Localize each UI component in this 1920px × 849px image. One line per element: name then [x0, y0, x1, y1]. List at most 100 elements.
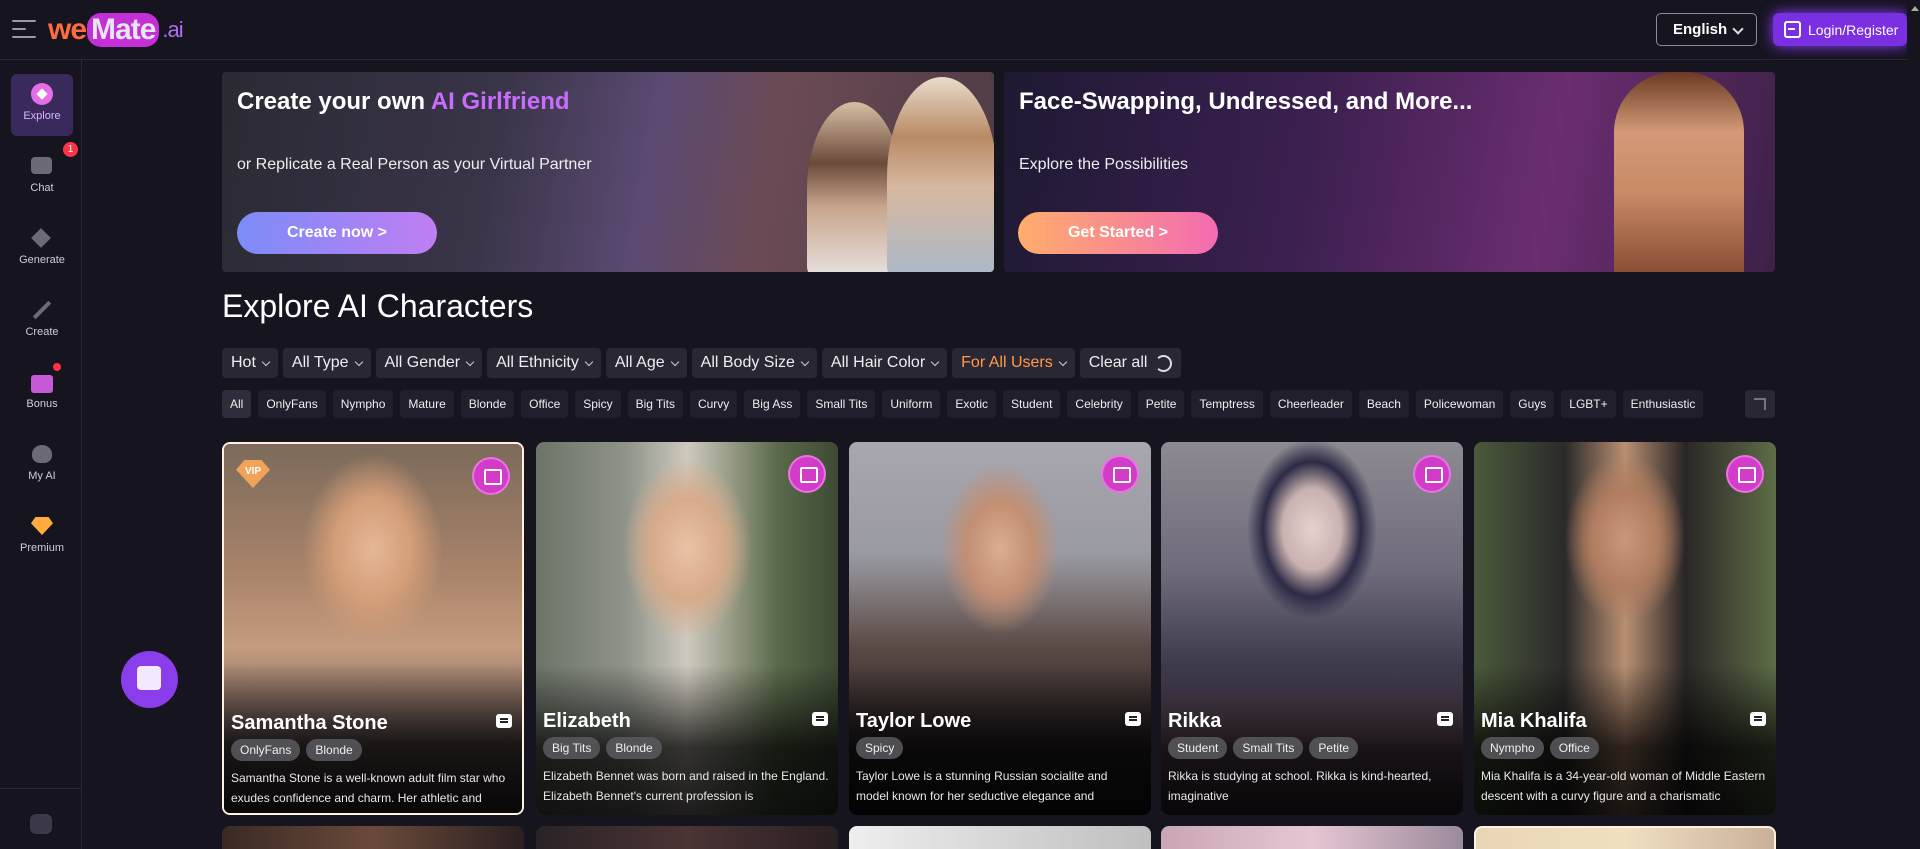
character-description: Rikka is studying at school. Rikka is ki…	[1168, 769, 1432, 803]
filter-label: Hot	[231, 354, 256, 371]
character-card[interactable]: Mia Khalifa Nympho Office Mia Khalifa is…	[1474, 442, 1776, 815]
sidebar-item-generate[interactable]: Generate	[11, 218, 73, 280]
login-register-button[interactable]: Login/Register	[1773, 13, 1907, 46]
create-girlfriend-banner[interactable]: Create your own AI Girlfriend or Replica…	[222, 72, 994, 272]
face-swap-banner[interactable]: Face-Swapping, Undressed, and More... Ex…	[1004, 72, 1775, 272]
tag-uniform[interactable]: Uniform	[882, 390, 941, 418]
tag-mature[interactable]: Mature	[400, 390, 454, 418]
sidebar-item-explore[interactable]: Explore	[11, 74, 73, 136]
filter-age[interactable]: All Age	[605, 348, 687, 378]
chat-icon[interactable]	[496, 714, 512, 728]
scrollbar[interactable]	[1907, 0, 1920, 849]
sidebar-item-create[interactable]: Create	[11, 290, 73, 352]
tag-spicy[interactable]: Spicy	[575, 390, 621, 418]
diamond-icon	[30, 515, 54, 537]
clear-all-button[interactable]: Clear all	[1079, 348, 1182, 378]
gift-box-icon[interactable]	[121, 651, 178, 708]
sidebar-divider	[0, 788, 82, 789]
bonus-notification-dot	[53, 363, 61, 371]
banner-subtitle: Explore the Possibilities	[1019, 156, 1188, 173]
chevron-down-icon	[930, 357, 940, 366]
character-card-partial[interactable]	[849, 826, 1151, 849]
chevron-down-icon	[465, 357, 475, 366]
filter-sort[interactable]: Hot	[222, 348, 278, 378]
sidebar-item-bonus[interactable]: Bonus	[11, 362, 73, 424]
chat-icon[interactable]	[1437, 712, 1453, 726]
gallery-icon[interactable]	[1728, 457, 1762, 491]
sidebar-label: My AI	[28, 470, 56, 482]
tag-enthusiastic[interactable]: Enthusiastic	[1622, 390, 1704, 418]
sidebar: Explore Chat Generate Create Bonus My AI…	[0, 60, 82, 849]
menu-icon[interactable]	[12, 17, 38, 41]
expand-tags-icon[interactable]	[1745, 390, 1775, 418]
sidebar-label: Bonus	[26, 398, 58, 410]
gallery-icon[interactable]	[474, 459, 508, 493]
sidebar-label: Generate	[19, 254, 65, 266]
sidebar-item-chat[interactable]: Chat	[11, 146, 73, 208]
chat-icon[interactable]	[1125, 712, 1141, 726]
character-tag: Blonde	[306, 739, 362, 761]
character-tags: Big Tits Blonde	[543, 737, 662, 759]
tag-office[interactable]: Office	[521, 390, 569, 418]
character-card-partial[interactable]	[536, 826, 838, 849]
character-name: Elizabeth	[543, 710, 631, 732]
filter-body-size[interactable]: All Body Size	[691, 348, 817, 378]
filter-type[interactable]: All Type	[282, 348, 371, 378]
gallery-icon[interactable]	[1415, 457, 1449, 491]
tag-big-tits[interactable]: Big Tits	[627, 390, 683, 418]
character-tags: OnlyFans Blonde	[231, 739, 362, 761]
tag-onlyfans[interactable]: OnlyFans	[258, 390, 326, 418]
tag-blonde[interactable]: Blonde	[460, 390, 515, 418]
character-card[interactable]: Elizabeth Big Tits Blonde Elizabeth Benn…	[536, 442, 838, 815]
character-card[interactable]: Rikka Student Small Tits Petite Rikka is…	[1161, 442, 1463, 815]
character-card-partial[interactable]	[222, 826, 524, 849]
banner-title: Create your own AI Girlfriend	[237, 88, 570, 116]
filter-gender[interactable]: All Gender	[375, 348, 483, 378]
tag-celebrity[interactable]: Celebrity	[1067, 390, 1131, 418]
discord-icon[interactable]	[30, 814, 52, 834]
gallery-icon[interactable]	[1103, 457, 1137, 491]
tag-petite[interactable]: Petite	[1137, 390, 1185, 418]
tag-big-ass[interactable]: Big Ass	[744, 390, 801, 418]
sidebar-item-my-ai[interactable]: My AI	[11, 434, 73, 496]
character-name: Taylor Lowe	[856, 710, 972, 732]
magic-wand-icon	[30, 299, 54, 321]
filter-label: All Age	[614, 354, 665, 371]
filter-hair-color[interactable]: All Hair Color	[821, 348, 948, 378]
tag-lgbt[interactable]: LGBT+	[1561, 390, 1616, 418]
gallery-icon[interactable]	[790, 457, 824, 491]
filter-ethnicity[interactable]: All Ethnicity	[487, 348, 601, 378]
sidebar-label: Chat	[30, 182, 54, 194]
character-card[interactable]: Taylor Lowe Spicy Taylor Lowe is a stunn…	[849, 442, 1151, 815]
create-now-button[interactable]: Create now >	[237, 212, 437, 254]
tag-small-tits[interactable]: Small Tits	[807, 390, 876, 418]
character-card-partial[interactable]	[1474, 826, 1776, 849]
banner-title-text: Create your own	[237, 88, 431, 115]
tag-exotic[interactable]: Exotic	[947, 390, 997, 418]
get-started-button[interactable]: Get Started >	[1018, 212, 1218, 254]
character-name: Mia Khalifa	[1481, 710, 1587, 732]
tag-nympho[interactable]: Nympho	[332, 390, 394, 418]
login-icon	[1784, 21, 1801, 38]
character-card[interactable]: VIP Samantha Stone OnlyFans Blonde Saman…	[222, 442, 524, 815]
language-label: English	[1673, 21, 1728, 38]
chat-icon[interactable]	[812, 712, 828, 726]
tag-curvy[interactable]: Curvy	[689, 390, 738, 418]
chevron-down-icon	[670, 357, 679, 366]
character-card-partial[interactable]	[1161, 826, 1463, 849]
tag-temptress[interactable]: Temptress	[1191, 390, 1263, 418]
tag-student[interactable]: Student	[1003, 390, 1061, 418]
chat-icon[interactable]	[1750, 712, 1766, 726]
tag-cheerleader[interactable]: Cheerleader	[1269, 390, 1352, 418]
logo[interactable]: we Mate .ai	[48, 11, 184, 49]
language-select[interactable]: English	[1656, 13, 1757, 46]
tag-beach[interactable]: Beach	[1358, 390, 1409, 418]
tag-guys[interactable]: Guys	[1510, 390, 1555, 418]
sidebar-item-premium[interactable]: Premium	[11, 506, 73, 568]
chat-unread-badge: 1	[63, 142, 78, 157]
filter-users[interactable]: For All Users	[952, 348, 1075, 378]
tag-policewoman[interactable]: Policewoman	[1415, 390, 1504, 418]
character-description: Mia Khalifa is a 34-year-old woman of Mi…	[1481, 769, 1766, 803]
tag-all[interactable]: All	[222, 390, 252, 418]
logo-part-2: Mate	[87, 13, 160, 47]
